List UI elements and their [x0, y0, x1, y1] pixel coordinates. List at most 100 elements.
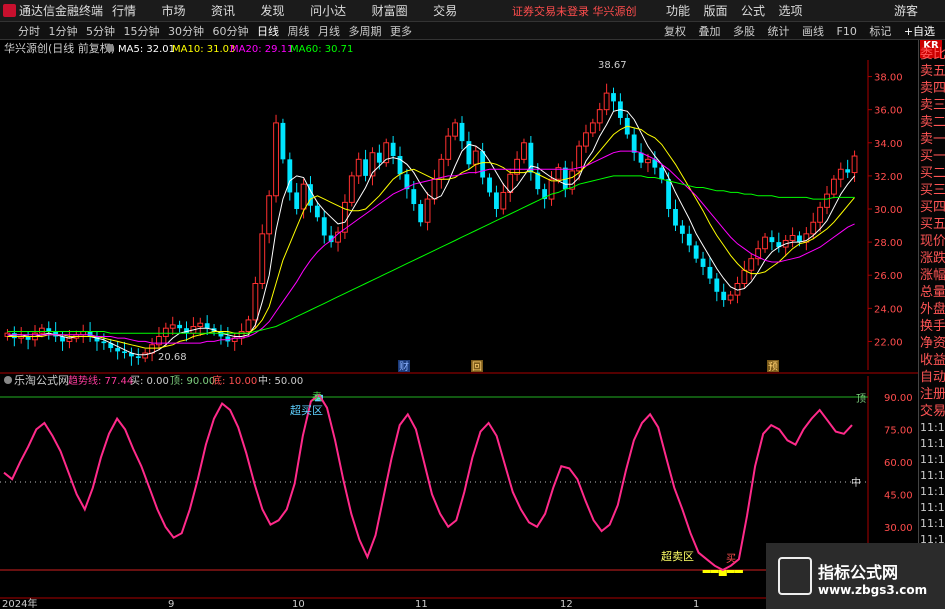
tool-huaxian[interactable]: 画线: [802, 25, 824, 38]
candle-body[interactable]: [589, 122, 596, 134]
candle-body[interactable]: [686, 233, 692, 246]
candle-body[interactable]: [472, 150, 479, 165]
candle-body[interactable]: [431, 178, 438, 200]
candle-body[interactable]: [500, 191, 507, 210]
candle-body[interactable]: [480, 151, 486, 178]
candle-body[interactable]: [459, 122, 465, 142]
candle-body[interactable]: [769, 237, 775, 243]
tab-fenshi[interactable]: 分时: [18, 25, 40, 38]
candle-body[interactable]: [259, 233, 266, 284]
candle-body[interactable]: [837, 168, 844, 180]
candle-body[interactable]: [300, 183, 307, 210]
candle-body[interactable]: [679, 225, 685, 234]
candle-body[interactable]: [789, 234, 796, 241]
tab-60min[interactable]: 60分钟: [213, 25, 249, 38]
candle-body[interactable]: [714, 278, 720, 292]
candle-body[interactable]: [197, 322, 204, 328]
indicator-settings-icon[interactable]: [4, 376, 12, 384]
candle-body[interactable]: [135, 356, 141, 358]
candle-body[interactable]: [487, 177, 492, 193]
candle-body[interactable]: [659, 167, 665, 180]
menu-item-banmian[interactable]: 版面: [704, 4, 728, 18]
candle-body[interactable]: [645, 158, 651, 164]
tool-add-watchlist[interactable]: +自选: [904, 25, 935, 38]
candle-body[interactable]: [583, 132, 589, 147]
candle-body[interactable]: [245, 319, 252, 333]
candle-body[interactable]: [162, 327, 169, 337]
candle-body[interactable]: [521, 142, 527, 160]
tab-daily[interactable]: 日线: [257, 25, 279, 38]
candle-body[interactable]: [762, 236, 768, 250]
candle-body[interactable]: [693, 245, 699, 259]
tab-15min[interactable]: 15分钟: [124, 25, 160, 38]
candle-body[interactable]: [252, 283, 259, 321]
candle-body[interactable]: [748, 258, 755, 271]
candle-body[interactable]: [169, 324, 176, 329]
candle-body[interactable]: [204, 323, 210, 329]
candle-body[interactable]: [390, 142, 396, 157]
tab-30min[interactable]: 30分钟: [168, 25, 204, 38]
candle-body[interactable]: [376, 152, 382, 163]
candle-body[interactable]: [824, 193, 830, 208]
menu-item-xuanxiang[interactable]: 选项: [779, 4, 803, 18]
candle-body[interactable]: [452, 122, 459, 137]
candle-body[interactable]: [445, 135, 452, 160]
menu-item-caifuquan[interactable]: 财富圈: [372, 4, 408, 18]
indicator-name[interactable]: 乐淘公式网: [14, 374, 69, 387]
tool-biaoji[interactable]: 标记: [869, 25, 891, 38]
candle-body[interactable]: [596, 109, 603, 124]
candle-body[interactable]: [363, 159, 368, 176]
candle-body[interactable]: [494, 192, 499, 209]
candle-body[interactable]: [830, 178, 837, 195]
tool-tongji[interactable]: 统计: [768, 25, 790, 38]
candle-body[interactable]: [177, 324, 183, 329]
menu-item-hangqing[interactable]: 行情: [112, 4, 136, 18]
candle-body[interactable]: [721, 291, 727, 301]
tab-1min[interactable]: 1分钟: [49, 25, 78, 38]
candle-body[interactable]: [631, 134, 637, 153]
tool-duogu[interactable]: 多股: [733, 25, 755, 38]
candle-body[interactable]: [355, 158, 362, 177]
candle-body[interactable]: [321, 217, 327, 236]
candle-body[interactable]: [122, 351, 127, 354]
candle-body[interactable]: [348, 175, 355, 203]
candle-body[interactable]: [115, 348, 121, 352]
tab-more[interactable]: 更多: [390, 25, 412, 38]
candle-body[interactable]: [418, 204, 424, 223]
candle-body[interactable]: [38, 327, 45, 334]
candle-body[interactable]: [66, 337, 73, 342]
candle-body[interactable]: [741, 269, 748, 284]
menu-item-gongshi[interactable]: 公式: [741, 4, 765, 18]
tool-fuquan[interactable]: 复权: [664, 25, 686, 38]
candle-body[interactable]: [851, 155, 858, 174]
candle-body[interactable]: [707, 266, 713, 279]
candle-body[interactable]: [845, 169, 851, 173]
candle-body[interactable]: [700, 258, 706, 267]
candle-body[interactable]: [273, 122, 279, 197]
candle-body[interactable]: [548, 178, 555, 200]
candle-body[interactable]: [638, 152, 644, 163]
candle-body[interactable]: [101, 341, 107, 344]
candle-body[interactable]: [238, 331, 245, 339]
menu-item-jiaoyi[interactable]: 交易: [433, 4, 457, 18]
menu-item-faxian[interactable]: 发现: [261, 4, 285, 18]
candle-body[interactable]: [514, 158, 520, 175]
settings-dot-icon[interactable]: [106, 44, 114, 52]
candle-body[interactable]: [438, 158, 445, 180]
candle-body[interactable]: [424, 198, 431, 223]
candle-body[interactable]: [603, 92, 610, 111]
candle-body[interactable]: [611, 93, 616, 102]
tab-5min[interactable]: 5分钟: [86, 25, 115, 38]
candle-body[interactable]: [87, 331, 93, 337]
tab-multi-period[interactable]: 多周期: [349, 25, 382, 38]
candle-body[interactable]: [294, 192, 300, 209]
candle-body[interactable]: [810, 221, 817, 235]
login-notice[interactable]: 证券交易未登录 华兴源创: [512, 3, 637, 19]
candle-body[interactable]: [727, 294, 734, 301]
candle-body[interactable]: [280, 122, 286, 160]
candle-body[interactable]: [411, 189, 417, 205]
tool-f10[interactable]: F10: [837, 25, 857, 38]
tab-monthly[interactable]: 月线: [318, 25, 340, 38]
candle-body[interactable]: [266, 195, 273, 235]
menu-item-zixun[interactable]: 资讯: [211, 4, 235, 18]
